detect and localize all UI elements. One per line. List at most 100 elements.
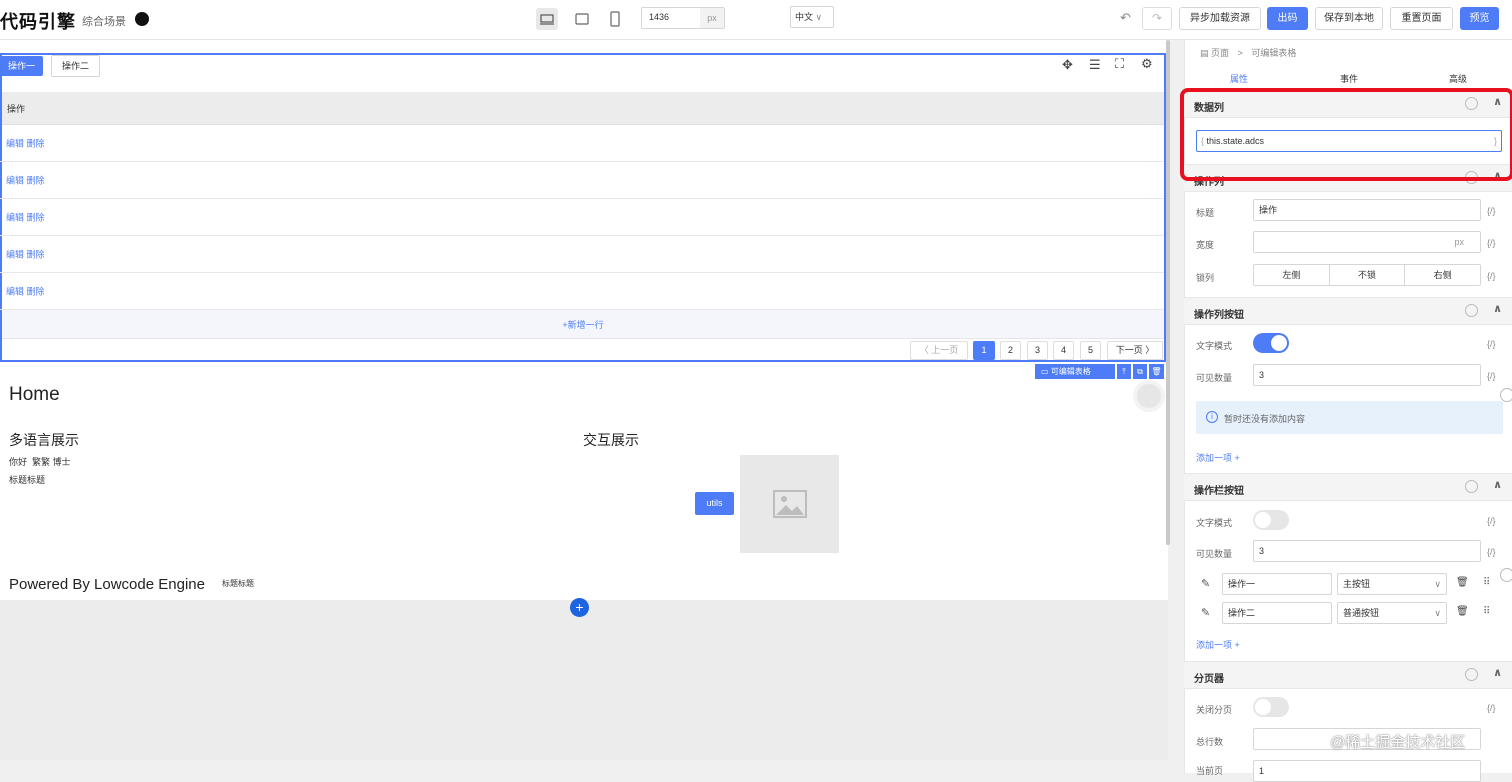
async-load-button[interactable]: 异步加载资源 (1179, 7, 1261, 30)
section-pagination[interactable]: 分页器 ∧ (1184, 661, 1512, 689)
section-operation-buttons[interactable]: 操作列按钮 ∧ (1184, 297, 1512, 325)
width-input[interactable]: px (1253, 231, 1481, 253)
scene-label[interactable]: 综合场景 (82, 13, 126, 29)
canvas-scrollbar[interactable] (1166, 40, 1170, 545)
page-1-button[interactable]: 1 (973, 341, 995, 360)
tablet-device-icon[interactable] (571, 8, 593, 30)
trash-icon[interactable]: 🗑 (1456, 606, 1469, 617)
variable-binding-icon[interactable] (1465, 668, 1478, 681)
add-component-icon[interactable]: + (570, 598, 589, 617)
settings-gear-icon[interactable]: ⚙ (1141, 56, 1153, 72)
section-toolbar-buttons[interactable]: 操作栏按钮 ∧ (1184, 473, 1512, 501)
add-item-link[interactable]: 添加一项 + (1196, 451, 1240, 464)
current-page-input[interactable]: 1 (1253, 760, 1481, 782)
edit-pencil-icon[interactable]: ✎ (1201, 577, 1210, 590)
fx-toggle[interactable]: {/} (1487, 206, 1496, 216)
visible-count-input[interactable]: 3 (1253, 540, 1481, 562)
move-up-icon[interactable]: ⤒ (1117, 364, 1131, 379)
visible-count-input[interactable]: 3 (1253, 364, 1481, 386)
next-page-button[interactable]: 下一页 〉 (1107, 341, 1163, 360)
selected-component-badge[interactable]: ▭ 可编辑表格 (1035, 364, 1115, 379)
add-row-label: +新增一行 (562, 320, 604, 330)
chevron-up-icon[interactable]: ∧ (1493, 302, 1502, 315)
breadcrumb-root[interactable]: 页面 (1211, 48, 1229, 58)
page-3-button[interactable]: 3 (1027, 341, 1048, 360)
language-select[interactable]: 中文 ∨ (790, 6, 834, 28)
lock-label: 锁列 (1196, 273, 1215, 283)
section-title: 操作列按钮 (1194, 310, 1244, 321)
preview-button[interactable]: 预览 (1460, 7, 1499, 30)
next-page-label: 下一页 (1115, 345, 1143, 355)
component-icon: ▭ (1041, 367, 1051, 376)
trash-icon[interactable]: 🗑 (1456, 577, 1469, 588)
utils-button[interactable]: utils (695, 492, 734, 515)
move-icon[interactable]: ✥ (1062, 57, 1073, 73)
page-4-button[interactable]: 4 (1053, 341, 1074, 360)
image-placeholder (740, 455, 839, 553)
fx-toggle[interactable]: {/} (1487, 516, 1496, 526)
save-local-button[interactable]: 保存到本地 (1315, 7, 1383, 30)
list-icon[interactable]: ☰ (1089, 57, 1101, 73)
fx-toggle[interactable]: {/} (1487, 371, 1496, 381)
fx-toggle[interactable]: {/} (1487, 339, 1496, 349)
canvas-width-input[interactable]: 1436 px (641, 7, 725, 29)
fx-toggle[interactable]: {/} (1487, 271, 1496, 281)
page-2-button[interactable]: 2 (1000, 341, 1021, 360)
copy-icon[interactable]: ⧉ (1133, 364, 1147, 379)
desktop-device-icon[interactable] (536, 8, 558, 30)
action-two-button[interactable]: 操作二 (51, 55, 100, 77)
edit-pencil-icon[interactable]: ✎ (1201, 606, 1210, 619)
tab-props[interactable]: 属性 (1230, 72, 1248, 85)
lock-none-option[interactable]: 不锁 (1330, 265, 1406, 285)
lock-radio-group: 左侧 不锁 右侧 (1253, 264, 1481, 286)
empty-notice-text: 暂时还没有添加内容 (1224, 414, 1306, 424)
table-row: 编辑 删除 (0, 236, 1164, 273)
delete-icon[interactable]: 🗑 (1149, 364, 1164, 379)
redo-icon[interactable]: ↷ (1142, 7, 1172, 30)
fx-toggle[interactable]: {/} (1487, 238, 1496, 248)
title-input[interactable]: 操作 (1253, 199, 1481, 221)
lock-right-option[interactable]: 右侧 (1405, 265, 1480, 285)
drag-handle-icon[interactable]: ⠿ (1483, 577, 1490, 588)
tab-events[interactable]: 事件 (1340, 72, 1358, 85)
export-code-button[interactable]: 出码 (1267, 7, 1308, 30)
collapse-handle-icon[interactable] (1500, 568, 1512, 582)
text-mode-toggle-on[interactable] (1253, 333, 1289, 353)
bar-item-type-select[interactable]: 普通按钮 ∨ (1337, 602, 1447, 624)
drag-handle-icon[interactable]: ⠿ (1483, 606, 1490, 617)
row-actions[interactable]: 编辑 删除 (6, 174, 45, 187)
fx-toggle[interactable]: {/} (1487, 703, 1496, 713)
chevron-down-icon: ∨ (1434, 579, 1441, 589)
variable-binding-icon[interactable] (1465, 304, 1478, 317)
chevron-up-icon[interactable]: ∧ (1493, 478, 1502, 491)
add-item-link[interactable]: 添加一项 + (1196, 638, 1240, 651)
prev-page-button[interactable]: 〈 上一页 (910, 341, 968, 360)
row-actions[interactable]: 编辑 删除 (6, 248, 45, 261)
reset-page-button[interactable]: 重置页面 (1390, 7, 1453, 30)
row-actions[interactable]: 编辑 删除 (6, 137, 45, 150)
fullscreen-icon[interactable]: ⛶ (1115, 56, 1124, 72)
lock-left-option[interactable]: 左侧 (1254, 265, 1330, 285)
fx-toggle[interactable]: {/} (1487, 547, 1496, 557)
undo-icon[interactable]: ↶ (1120, 10, 1131, 26)
visible-count-label: 可见数量 (1196, 373, 1233, 383)
chevron-up-icon[interactable]: ∧ (1493, 666, 1502, 679)
tab-advanced[interactable]: 高级 (1449, 72, 1467, 85)
github-icon[interactable] (135, 12, 149, 26)
variable-binding-icon[interactable] (1465, 480, 1478, 493)
page-5-button[interactable]: 5 (1080, 341, 1101, 360)
phone-device-icon[interactable] (604, 8, 626, 30)
toggle-knob (1271, 335, 1287, 351)
text-mode-toggle-off[interactable] (1253, 510, 1289, 530)
action-one-button[interactable]: 操作一 (0, 56, 43, 76)
close-pager-toggle[interactable] (1253, 697, 1289, 717)
row-actions[interactable]: 编辑 删除 (6, 211, 45, 224)
bar-item-name-input[interactable]: 操作二 (1222, 602, 1332, 624)
bar-item-name-input[interactable]: 操作一 (1222, 573, 1332, 595)
collapse-handle-icon[interactable] (1500, 388, 1512, 402)
add-row-button[interactable]: +新增一行 (2, 310, 1164, 339)
row-actions[interactable]: 编辑 删除 (6, 285, 45, 298)
canvas-ghost-button[interactable] (1133, 380, 1165, 412)
bar-item-type-select[interactable]: 主按钮 ∨ (1337, 573, 1447, 595)
info-icon: i (1206, 411, 1218, 423)
